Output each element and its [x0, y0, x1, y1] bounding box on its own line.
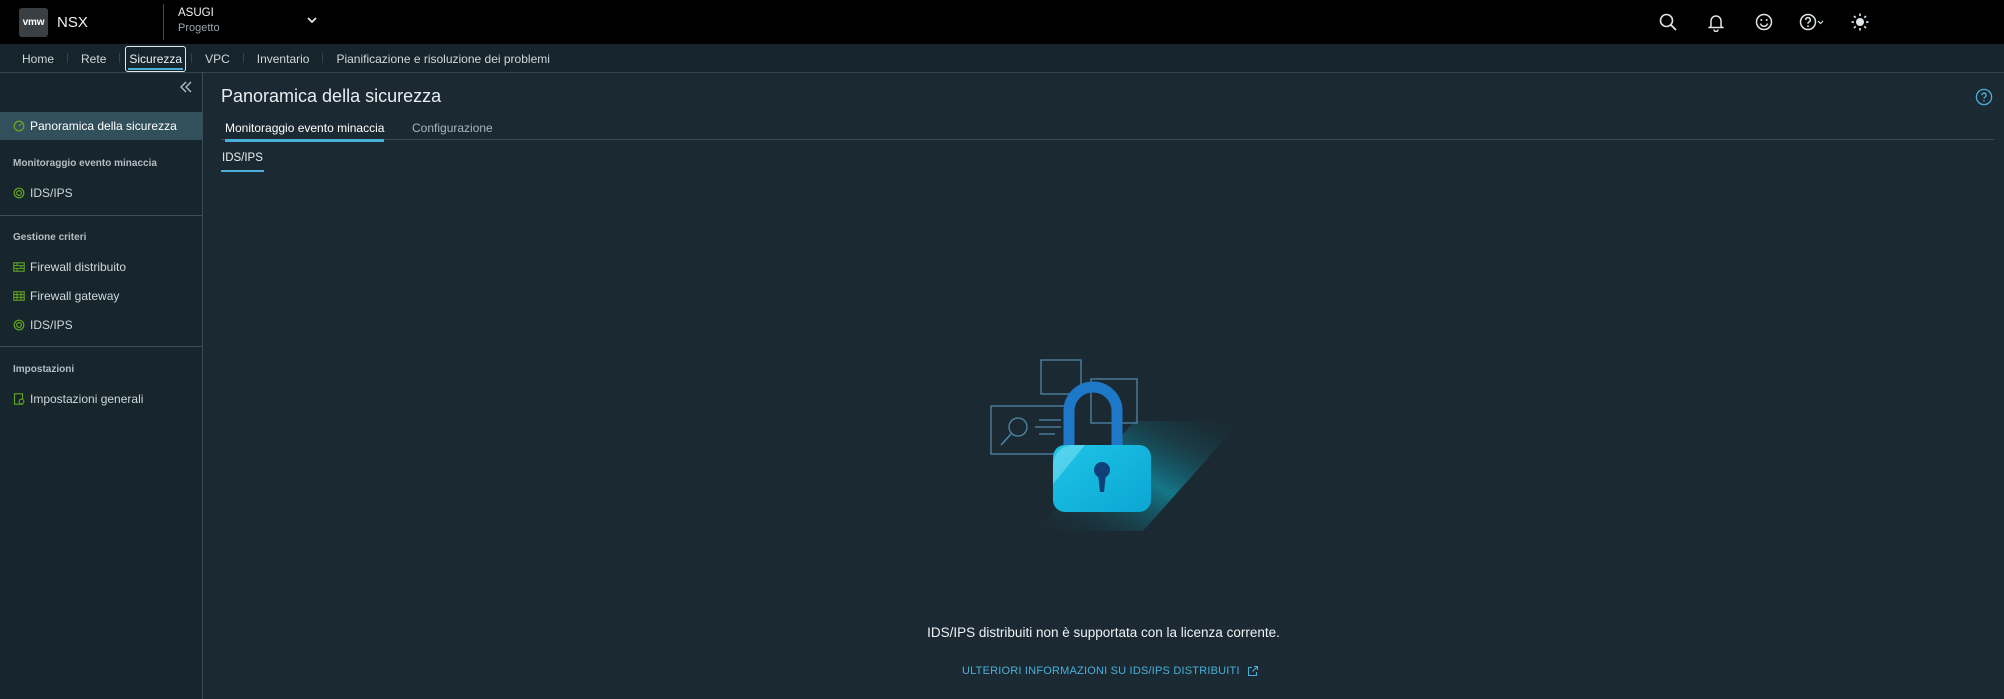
top-navigation: Home Rete Sicurezza VPC Inventario Piani… [0, 44, 2004, 73]
tab-label: Configurazione [412, 121, 493, 135]
user-menu[interactable] [1884, 0, 2004, 44]
external-link-icon [1247, 665, 1258, 677]
sidebar-item-gateway-firewall[interactable]: Firewall gateway [0, 282, 202, 310]
app-header: vmw NSX ASUGI Progetto [0, 0, 2004, 44]
sun-icon[interactable] [1836, 0, 1884, 44]
nav-sicurezza[interactable]: Sicurezza [124, 44, 187, 73]
ids-icon [13, 187, 25, 199]
header-actions [1644, 0, 2004, 44]
chevron-down-icon [307, 17, 317, 24]
nav-separator [119, 53, 121, 63]
search-icon[interactable] [1644, 0, 1692, 44]
nav-vpc[interactable]: VPC [192, 44, 243, 73]
sidebar: Panoramica della sicurezza Monitoraggio … [0, 73, 203, 699]
nav-vpc-label: VPC [205, 51, 230, 66]
nav-home[interactable]: Home [9, 44, 67, 73]
section-settings: Impostazioni [13, 364, 75, 375]
section-policy-management: Gestione criteri [13, 232, 87, 243]
context-type: Progetto [178, 22, 220, 34]
bell-icon[interactable] [1692, 0, 1740, 44]
sidebar-divider [0, 346, 202, 347]
sidebar-divider [0, 215, 202, 216]
nav-pianificazione[interactable]: Pianificazione e risoluzione dei problem… [323, 44, 562, 73]
tab-configuration[interactable]: Configurazione [412, 116, 493, 140]
page-title: Panoramica della sicurezza [221, 86, 442, 106]
nav-inventario-label: Inventario [256, 51, 310, 66]
sidebar-item-label: Impostazioni generali [30, 392, 144, 406]
brand[interactable]: vmw NSX [0, 0, 163, 44]
sidebar-item-policy-ids[interactable]: IDS/IPS [0, 311, 202, 339]
context-name: ASUGI [178, 7, 214, 19]
sidebar-item-label: IDS/IPS [30, 186, 73, 200]
sidebar-item-label: IDS/IPS [30, 318, 73, 332]
overview-icon [13, 120, 25, 132]
tab-threat-monitoring[interactable]: Monitoraggio evento minaccia [225, 116, 385, 142]
subtab-ids-ips[interactable]: IDS/IPS [221, 150, 264, 172]
gateway-firewall-icon [13, 290, 25, 302]
sidebar-item-general-settings[interactable]: Impostazioni generali [0, 385, 202, 413]
nav-rete[interactable]: Rete [68, 44, 119, 73]
learn-more-label: ULTERIORI INFORMAZIONI SU IDS/IPS DISTRI… [962, 665, 1240, 677]
tab-label: Monitoraggio evento minaccia [225, 121, 385, 135]
help-circle-icon[interactable] [1975, 88, 1993, 106]
vmware-logo: vmw [19, 7, 48, 37]
sidebar-item-overview[interactable]: Panoramica della sicurezza [0, 112, 202, 140]
nav-active-indicator [128, 68, 184, 70]
sidebar-item-label: Firewall distribuito [30, 260, 127, 274]
nav-pianificazione-label: Pianificazione e risoluzione dei problem… [336, 51, 550, 66]
sidebar-item-threat-ids[interactable]: IDS/IPS [0, 179, 202, 207]
settings-icon [13, 393, 25, 405]
sidebar-item-label: Firewall gateway [30, 289, 120, 303]
nav-rete-label: Rete [81, 51, 107, 66]
ids-icon [13, 319, 25, 331]
help-icon[interactable] [1788, 0, 1836, 44]
license-message: IDS/IPS distribuiti non è supportata con… [927, 625, 1280, 640]
context-switcher[interactable]: ASUGI Progetto [163, 4, 323, 40]
smiley-icon[interactable] [1740, 0, 1788, 44]
learn-more-link[interactable]: ULTERIORI INFORMAZIONI SU IDS/IPS DISTRI… [962, 665, 1259, 677]
main-tabs: Monitoraggio evento minaccia Configurazi… [221, 116, 1994, 142]
app-name: NSX [57, 13, 88, 31]
lock-illustration [990, 359, 1241, 531]
sidebar-item-label: Panoramica della sicurezza [30, 119, 177, 133]
firewall-icon [13, 261, 25, 273]
nav-home-label: Home [22, 51, 55, 66]
sidebar-item-distributed-firewall[interactable]: Firewall distribuito [0, 253, 202, 281]
section-threat-monitoring: Monitoraggio evento minaccia [13, 158, 157, 169]
collapse-sidebar-icon[interactable] [178, 79, 194, 95]
nav-inventario[interactable]: Inventario [244, 44, 323, 73]
